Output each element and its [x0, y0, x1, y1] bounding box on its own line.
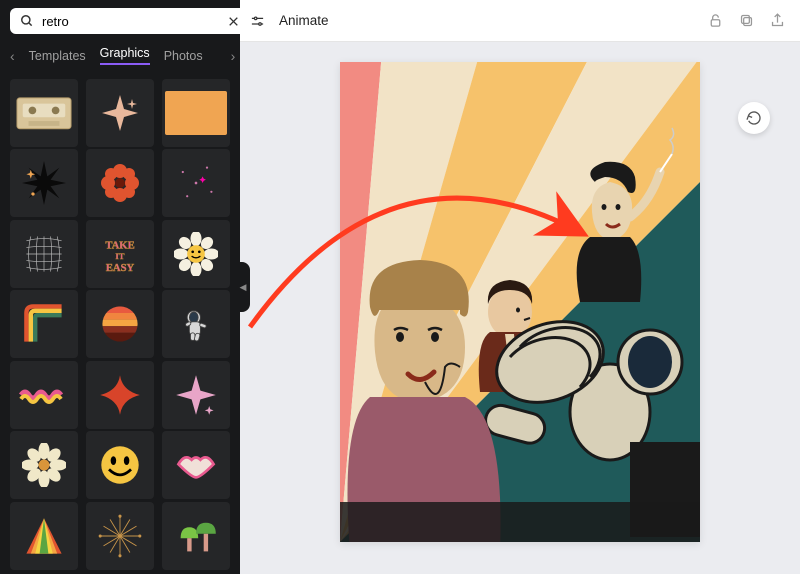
rainbow-corner-icon[interactable]	[10, 290, 78, 358]
smiley-face-icon[interactable]	[86, 431, 154, 499]
flower-orange-icon[interactable]	[86, 149, 154, 217]
svg-text:EASY: EASY	[106, 262, 135, 273]
elements-sidebar: ‹ Templates Graphics Photos Vid › TAKEIT…	[0, 0, 240, 574]
tiny-stars-icon[interactable]	[162, 149, 230, 217]
wave-hearts-icon[interactable]	[10, 361, 78, 429]
sunburst-lines-icon[interactable]	[86, 502, 154, 570]
animate-label: Animate	[279, 13, 329, 28]
sparkle-red-icon[interactable]	[86, 361, 154, 429]
canvas-actions	[707, 12, 786, 29]
retro-sun-icon[interactable]	[86, 290, 154, 358]
share-up-icon[interactable]	[769, 12, 786, 29]
lock-icon[interactable]	[707, 12, 724, 29]
take-it-easy-text-icon[interactable]: TAKEITEASY	[86, 220, 154, 288]
clear-search-icon[interactable]	[224, 12, 242, 30]
search-input[interactable]	[42, 14, 218, 29]
svg-text:IT: IT	[115, 251, 124, 261]
main-area: Animate	[240, 0, 800, 574]
refresh-button[interactable]	[738, 102, 770, 134]
lips-pink-icon[interactable]	[162, 431, 230, 499]
mushrooms-icon[interactable]	[162, 502, 230, 570]
orange-rect-icon[interactable]	[162, 79, 230, 147]
graphics-grid: TAKEITEASY	[0, 75, 240, 574]
filter-icon[interactable]	[248, 12, 266, 30]
design-canvas[interactable]	[340, 62, 700, 542]
category-tabs: ‹ Templates Graphics Photos Vid ›	[0, 42, 240, 75]
star-burst-black-icon[interactable]	[10, 149, 78, 217]
canvas-workspace[interactable]	[240, 42, 800, 574]
tab-photos[interactable]: Photos	[164, 49, 203, 63]
top-toolbar: Animate	[240, 0, 800, 42]
search-input-wrap[interactable]	[10, 8, 274, 34]
tab-templates[interactable]: Templates	[29, 49, 86, 63]
daisy-cream-icon[interactable]	[10, 431, 78, 499]
astronaut-icon[interactable]	[162, 290, 230, 358]
chevron-left-icon[interactable]: ‹	[10, 48, 15, 64]
refresh-icon	[746, 110, 762, 126]
sparkle-4pt-icon[interactable]	[86, 79, 154, 147]
sparkle-pink-icon[interactable]	[162, 361, 230, 429]
cassette-tape-icon[interactable]	[10, 79, 78, 147]
svg-text:TAKE: TAKE	[105, 240, 134, 251]
search-bar	[0, 0, 240, 42]
rainbow-prism-icon[interactable]	[10, 502, 78, 570]
chevron-right-icon[interactable]: ›	[231, 48, 236, 64]
duplicate-icon[interactable]	[738, 12, 755, 29]
canvas-artwork	[340, 62, 700, 542]
grid-warp-icon[interactable]	[10, 220, 78, 288]
tab-graphics[interactable]: Graphics	[100, 46, 150, 65]
daisy-face-icon[interactable]	[162, 220, 230, 288]
search-icon	[18, 12, 36, 30]
